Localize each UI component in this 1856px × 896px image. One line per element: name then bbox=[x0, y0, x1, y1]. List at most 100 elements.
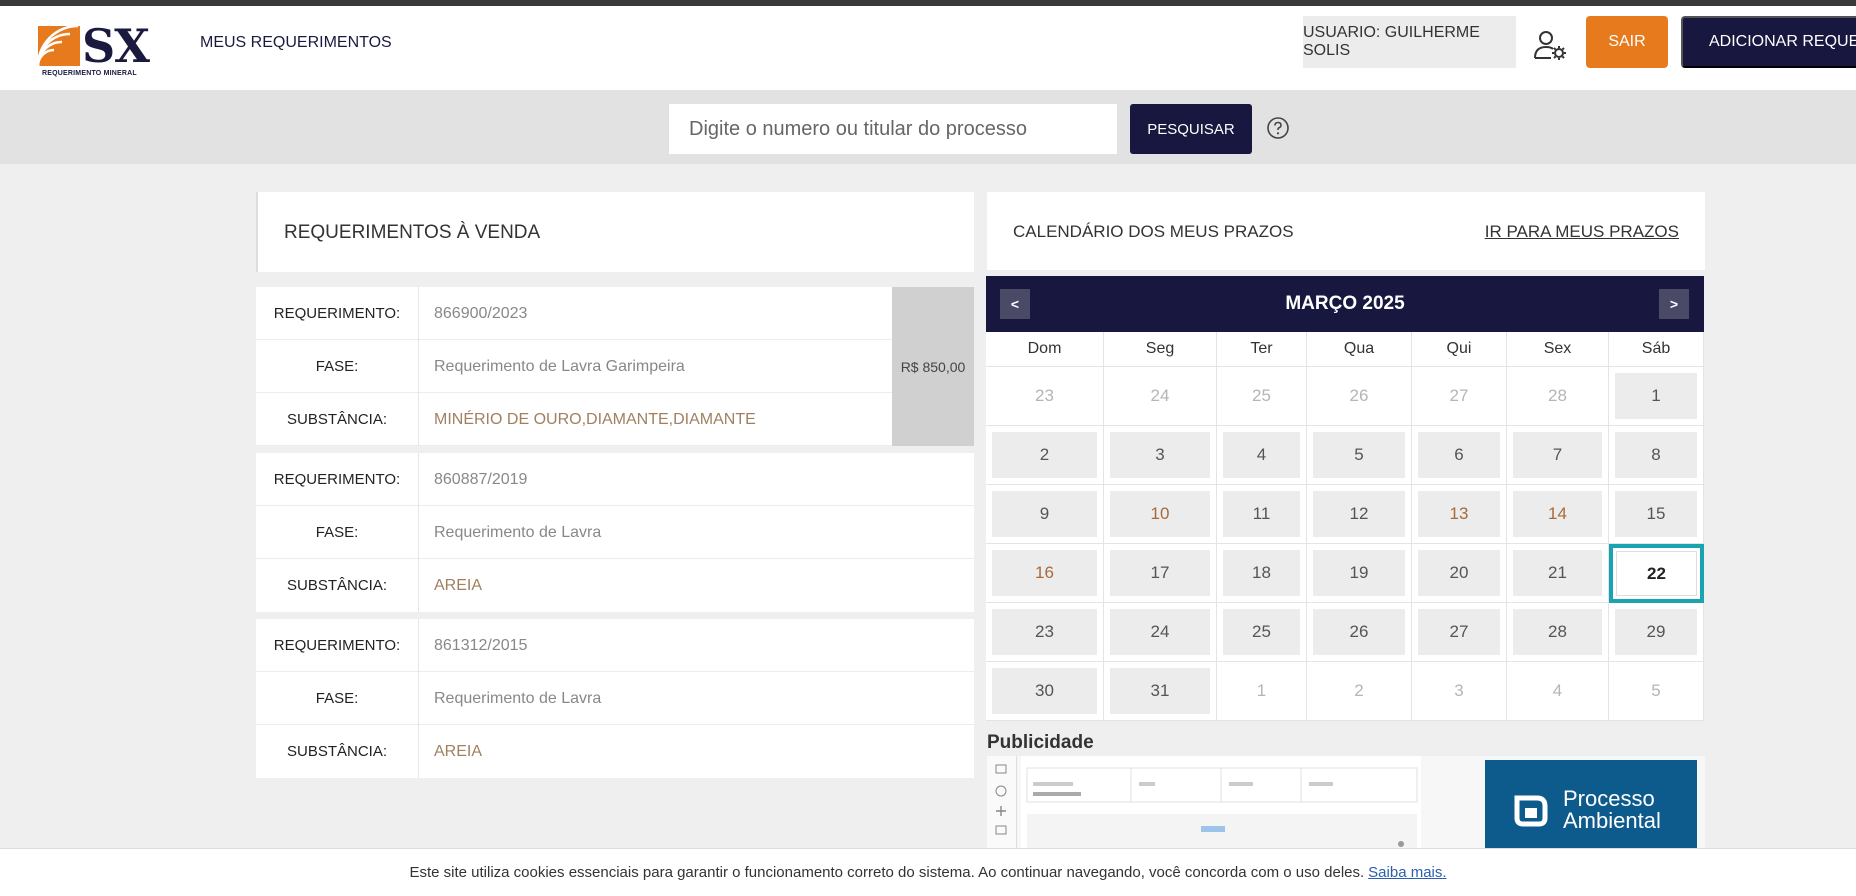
calendar-day[interactable]: 28 bbox=[1507, 603, 1609, 662]
value-requerimento: 861312/2015 bbox=[434, 636, 528, 654]
calendar-day[interactable]: 9 bbox=[986, 485, 1104, 544]
calendar-day[interactable]: 25 bbox=[1217, 367, 1307, 426]
calendar-day[interactable]: 6 bbox=[1412, 426, 1507, 485]
calendar-day[interactable]: 8 bbox=[1609, 426, 1704, 485]
calendar-day[interactable]: 11 bbox=[1217, 485, 1307, 544]
requests-title: REQUERIMENTOS À VENDA bbox=[284, 222, 541, 243]
calendar-grid: 23 24 25 26 27 28 1 2 3 4 5 6 7 8 9 10 11 12 13 14 15 16 17 18 1… bbox=[986, 367, 1704, 721]
calendar-day[interactable]: 23 bbox=[986, 603, 1104, 662]
calendar-day-number: 20 bbox=[1418, 550, 1500, 596]
calendar-day-number: 5 bbox=[1651, 681, 1661, 700]
brand-line-1: Processo bbox=[1563, 786, 1655, 811]
calendar-day[interactable]: 13 bbox=[1412, 485, 1507, 544]
calendar-day-number: 27 bbox=[1418, 609, 1500, 655]
calendar-day-number: 8 bbox=[1615, 432, 1697, 478]
calendar-day-number: 28 bbox=[1513, 609, 1602, 655]
calendar-day-number: 3 bbox=[1110, 432, 1210, 478]
request-row-number: REQUERIMENTO: 861312/2015 bbox=[256, 619, 974, 672]
calendar-day[interactable]: 16 bbox=[986, 544, 1104, 603]
calendar-day[interactable]: 27 bbox=[1412, 603, 1507, 662]
calendar-day[interactable]: 25 bbox=[1217, 603, 1307, 662]
calendar-day-number: 26 bbox=[1313, 609, 1405, 655]
calendar-day-number: 1 bbox=[1615, 373, 1697, 419]
calendar-day[interactable]: 3 bbox=[1104, 426, 1217, 485]
calendar-week: 16 17 18 19 20 21 22 bbox=[986, 544, 1704, 603]
help-icon[interactable] bbox=[1266, 116, 1290, 140]
calendar-day[interactable]: 27 bbox=[1412, 367, 1507, 426]
label-substancia: SUBSTÂNCIA: bbox=[256, 725, 419, 778]
calendar-day[interactable]: 20 bbox=[1412, 544, 1507, 603]
calendar-day[interactable]: 5 bbox=[1307, 426, 1412, 485]
toolbar-icons bbox=[995, 764, 1007, 835]
calendar-day[interactable]: 17 bbox=[1104, 544, 1217, 603]
request-card[interactable]: REQUERIMENTO: 860887/2019 FASE: Requerim… bbox=[256, 453, 974, 612]
calendar-day[interactable]: 21 bbox=[1507, 544, 1609, 603]
value-fase: Requerimento de Lavra bbox=[434, 523, 602, 541]
calendar-day[interactable]: 26 bbox=[1307, 367, 1412, 426]
ad-banner[interactable]: Processo Ambiental bbox=[987, 756, 1705, 856]
search-input[interactable] bbox=[669, 104, 1117, 154]
user-label: USUARIO: GUILHERME SOLIS bbox=[1303, 16, 1516, 68]
calendar-day[interactable]: 18 bbox=[1217, 544, 1307, 603]
calendar-day[interactable]: 10 bbox=[1104, 485, 1217, 544]
calendar-day[interactable]: 2 bbox=[986, 426, 1104, 485]
value-requerimento: 866900/2023 bbox=[434, 304, 528, 322]
calendar-day-number: 7 bbox=[1513, 432, 1602, 478]
weekday-label: Qui bbox=[1412, 332, 1507, 367]
calendar-day[interactable]: 31 bbox=[1104, 662, 1217, 721]
request-row-substance: SUBSTÂNCIA: AREIA bbox=[256, 725, 974, 778]
weekday-label: Seg bbox=[1104, 332, 1217, 367]
calendar-day[interactable]: 1 bbox=[1609, 367, 1704, 426]
calendar-day[interactable]: 4 bbox=[1217, 426, 1307, 485]
calendar-day[interactable]: 29 bbox=[1609, 603, 1704, 662]
calendar-day[interactable]: 12 bbox=[1307, 485, 1412, 544]
calendar-day[interactable]: 26 bbox=[1307, 603, 1412, 662]
value-substancia: MINÉRIO DE OURO,DIAMANTE,DIAMANTE bbox=[434, 410, 756, 428]
calendar-day[interactable]: 24 bbox=[1104, 367, 1217, 426]
calendar-day[interactable]: 4 bbox=[1507, 662, 1609, 721]
calendar-day[interactable]: 23 bbox=[986, 367, 1104, 426]
calendar-day[interactable]: 14 bbox=[1507, 485, 1609, 544]
request-card[interactable]: REQUERIMENTO: 861312/2015 FASE: Requerim… bbox=[256, 619, 974, 778]
value-requerimento: 860887/2019 bbox=[434, 470, 528, 488]
calendar-day[interactable]: 3 bbox=[1412, 662, 1507, 721]
weekday-label: Sáb bbox=[1609, 332, 1704, 367]
calendar-day[interactable]: 7 bbox=[1507, 426, 1609, 485]
calendar-day[interactable]: 1 bbox=[1217, 662, 1307, 721]
calendar-day[interactable]: 15 bbox=[1609, 485, 1704, 544]
calendar-day[interactable]: 19 bbox=[1307, 544, 1412, 603]
user-settings-icon[interactable] bbox=[1532, 28, 1568, 64]
nav-meus-requerimentos[interactable]: MEUS REQUERIMENTOS bbox=[200, 34, 392, 52]
prev-month-button[interactable]: < bbox=[1000, 289, 1030, 319]
next-month-button[interactable]: > bbox=[1659, 289, 1689, 319]
request-row-substance: SUBSTÂNCIA: AREIA bbox=[256, 559, 974, 612]
logo[interactable]: SX REQUERIMENTO MINERAL bbox=[38, 19, 153, 82]
calendar-day-number: 31 bbox=[1110, 668, 1210, 714]
brand-icon bbox=[1514, 795, 1548, 827]
calendar-day-number: 14 bbox=[1513, 491, 1602, 537]
search-button[interactable]: PESQUISAR bbox=[1130, 104, 1252, 154]
logout-button[interactable]: SAIR bbox=[1586, 16, 1668, 68]
request-row-phase: FASE: Requerimento de Lavra Garimpeira bbox=[256, 340, 974, 393]
calendar-day[interactable]: 5 bbox=[1609, 662, 1704, 721]
request-row-phase: FASE: Requerimento de Lavra bbox=[256, 672, 974, 725]
calendar-day-number: 26 bbox=[1349, 386, 1369, 405]
calendar-day-number: 30 bbox=[992, 668, 1097, 714]
calendar-day[interactable]: 30 bbox=[986, 662, 1104, 721]
deadlines-link[interactable]: IR PARA MEUS PRAZOS bbox=[1485, 222, 1679, 242]
calendar-day[interactable]: 2 bbox=[1307, 662, 1412, 721]
calendar-day-number: 2 bbox=[1354, 681, 1364, 700]
request-row-number: REQUERIMENTO: 866900/2023 bbox=[256, 287, 974, 340]
add-request-button[interactable]: ADICIONAR REQUERIMENTO bbox=[1681, 16, 1856, 68]
calendar-day-number: 5 bbox=[1313, 432, 1405, 478]
calendar-day-today[interactable]: 22 bbox=[1609, 544, 1704, 603]
cookie-more-link[interactable]: Saiba mais. bbox=[1368, 864, 1446, 881]
calendar-day[interactable]: 28 bbox=[1507, 367, 1609, 426]
calendar-day-number: 23 bbox=[992, 609, 1097, 655]
request-row-number: REQUERIMENTO: 860887/2019 bbox=[256, 453, 974, 506]
calendar-day-number: 18 bbox=[1223, 550, 1300, 596]
calendar-day-number: 28 bbox=[1548, 386, 1567, 405]
calendar-day[interactable]: 24 bbox=[1104, 603, 1217, 662]
calendar-panel-header: CALENDÁRIO DOS MEUS PRAZOS IR PARA MEUS … bbox=[987, 192, 1705, 270]
request-card[interactable]: REQUERIMENTO: 866900/2023 FASE: Requerim… bbox=[256, 287, 974, 446]
